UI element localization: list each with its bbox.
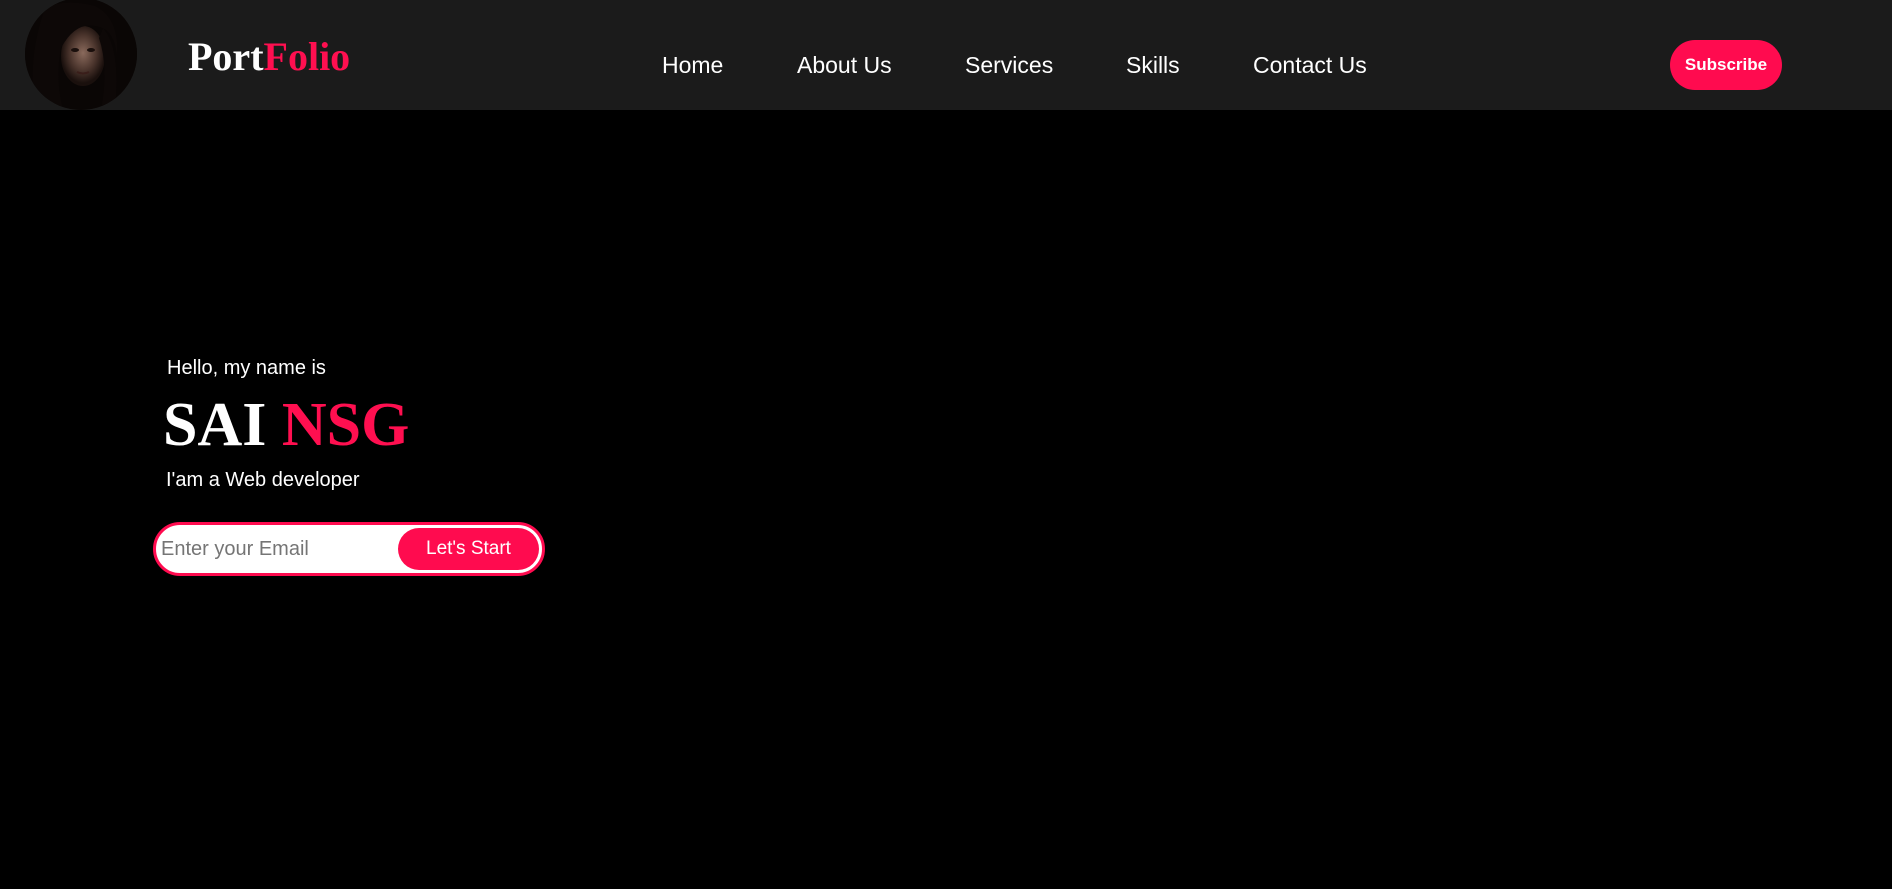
email-input[interactable] bbox=[161, 530, 391, 568]
navbar: PortFolio Home About Us Services Skills … bbox=[0, 0, 1892, 110]
hero-name: SAI NSG bbox=[163, 390, 409, 460]
hero-role: I'am a Web developer bbox=[166, 469, 360, 491]
hero-last-name: NSG bbox=[281, 391, 410, 459]
logo[interactable]: PortFolio bbox=[188, 34, 350, 80]
nav-about-us[interactable]: About Us bbox=[797, 51, 892, 79]
nav-skills[interactable]: Skills bbox=[1126, 51, 1180, 79]
avatar bbox=[25, 0, 137, 110]
logo-folio: Folio bbox=[263, 34, 351, 79]
subscribe-button[interactable]: Subscribe bbox=[1670, 40, 1782, 90]
nav-services[interactable]: Services bbox=[965, 51, 1053, 79]
logo-port: Port bbox=[188, 34, 264, 79]
profile-photo-icon bbox=[25, 0, 137, 110]
hero-first-name: SAI bbox=[163, 391, 267, 459]
email-signup-form: Let's Start bbox=[153, 522, 545, 576]
lets-start-button[interactable]: Let's Start bbox=[398, 528, 539, 570]
nav-contact-us[interactable]: Contact Us bbox=[1253, 51, 1367, 79]
hero-greeting: Hello, my name is bbox=[167, 357, 326, 379]
nav-home[interactable]: Home bbox=[662, 51, 723, 79]
